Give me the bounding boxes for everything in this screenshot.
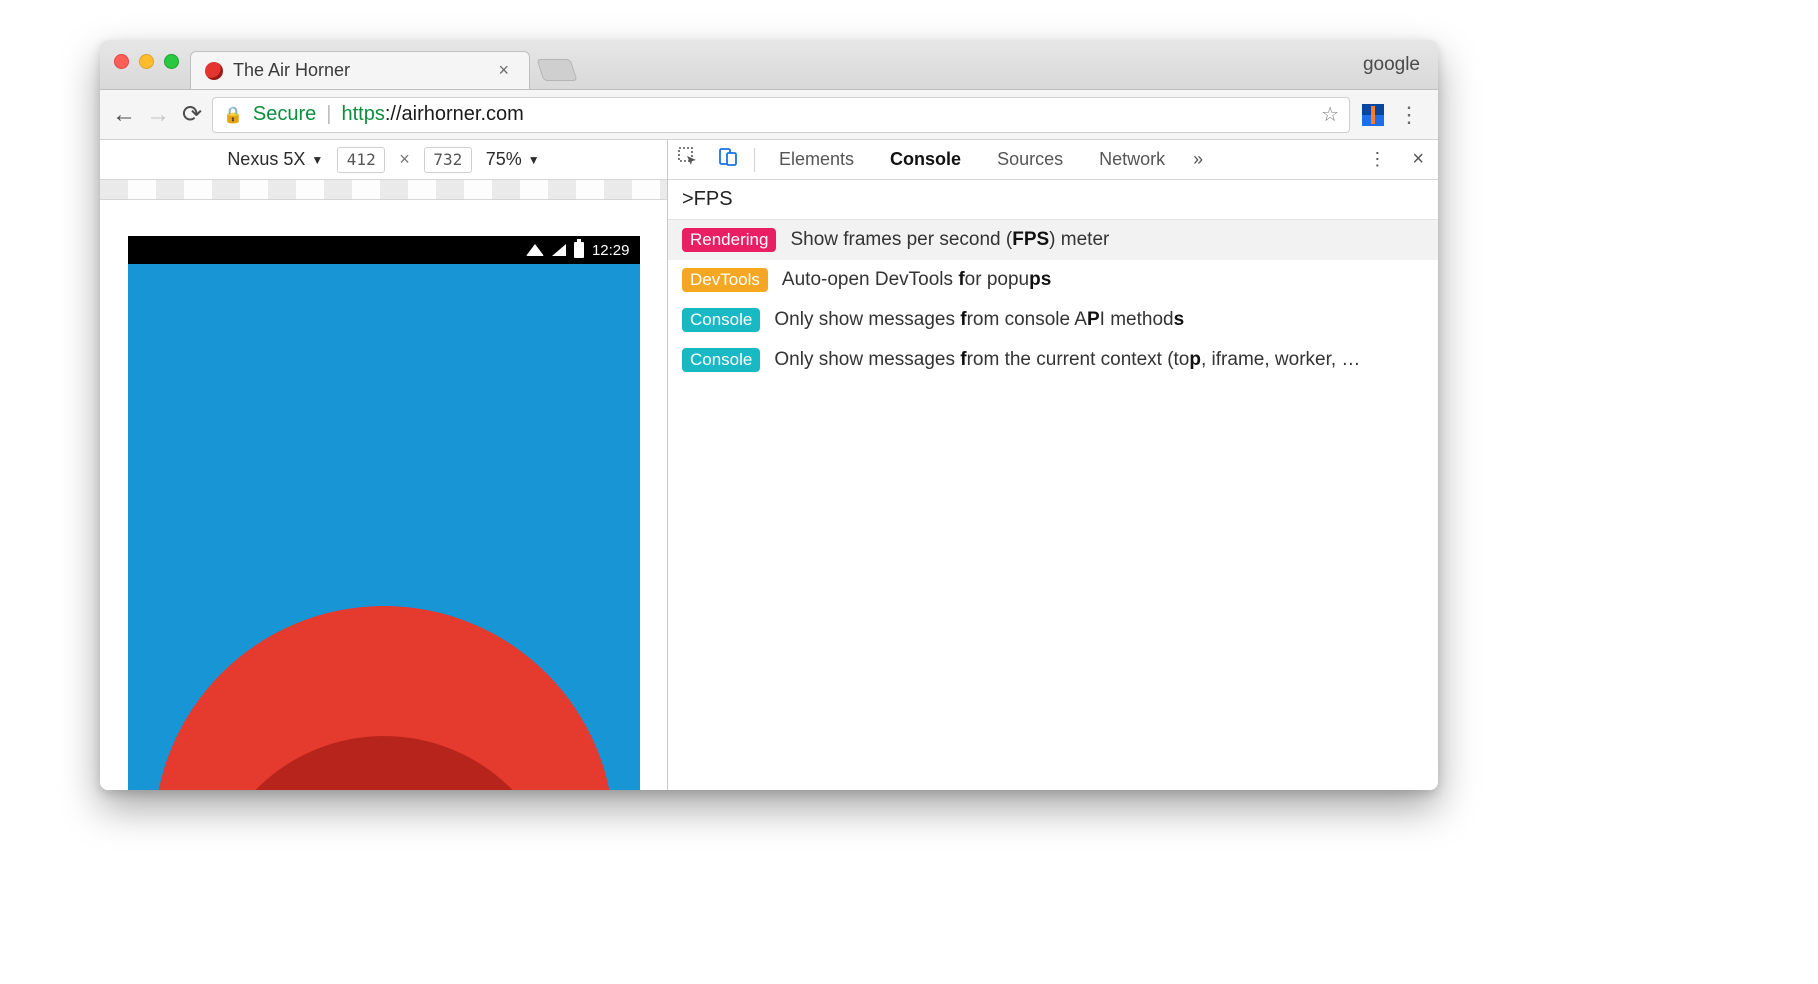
command-label: Auto-open DevTools for popups [782, 269, 1051, 291]
wifi-icon [526, 244, 544, 256]
dropdown-icon: ▼ [311, 153, 323, 167]
command-menu-text: >FPS [682, 188, 733, 211]
device-toolbar: Nexus 5X ▼ 412 × 732 75% ▼ [100, 140, 667, 180]
device-screen[interactable]: 12:29 [128, 236, 640, 790]
command-category-badge: Rendering [682, 228, 776, 252]
device-name: Nexus 5X [227, 149, 305, 170]
tab-overflow-icon[interactable]: » [1183, 149, 1213, 170]
command-label: Only show messages from the current cont… [774, 349, 1360, 371]
signal-icon [552, 244, 566, 256]
battery-icon [574, 242, 584, 258]
device-pane: Nexus 5X ▼ 412 × 732 75% ▼ [100, 140, 668, 790]
command-menu-item[interactable]: Console Only show messages from console A… [668, 300, 1438, 340]
browser-tab[interactable]: The Air Horner × [190, 51, 530, 89]
reload-button[interactable]: ⟳ [178, 100, 206, 129]
forward-button[interactable]: → [144, 101, 172, 129]
secure-label: Secure [253, 103, 316, 126]
divider [754, 148, 755, 172]
devtools-menu-icon[interactable]: ⋮ [1356, 149, 1398, 170]
zoom-select[interactable]: 75% ▼ [486, 149, 540, 170]
dimension-x: × [399, 149, 410, 170]
workspace: Nexus 5X ▼ 412 × 732 75% ▼ [100, 140, 1438, 790]
favicon-icon [205, 62, 223, 80]
window-controls [114, 54, 179, 69]
back-button[interactable]: ← [110, 101, 138, 129]
command-menu-item[interactable]: Rendering Show frames per second (FPS) me… [668, 220, 1438, 260]
lock-icon: 🔒 [223, 105, 243, 125]
dropdown-icon: ▼ [528, 153, 540, 167]
address-bar[interactable]: 🔒 Secure | https://airhorner.com ☆ [212, 97, 1350, 133]
viewport-height-input[interactable]: 732 [424, 147, 472, 173]
new-tab-button[interactable] [536, 59, 577, 81]
url-protocol: https [342, 103, 385, 125]
nav-toolbar: ← → ⟳ 🔒 Secure | https://airhorner.com ☆… [100, 90, 1438, 140]
command-category-badge: Console [682, 308, 760, 332]
minimize-window-button[interactable] [139, 54, 154, 69]
status-clock: 12:29 [592, 242, 630, 259]
tab-title: The Air Horner [233, 60, 482, 81]
inspect-element-icon[interactable] [668, 147, 708, 172]
separator: | [326, 103, 331, 126]
zoom-window-button[interactable] [164, 54, 179, 69]
device-viewport: 12:29 [100, 200, 667, 790]
tab-elements[interactable]: Elements [761, 140, 872, 179]
url-host: ://airhorner.com [385, 103, 524, 125]
tab-network[interactable]: Network [1081, 140, 1183, 179]
viewport-width-input[interactable]: 412 [337, 147, 385, 173]
devtools-close-icon[interactable]: × [1398, 148, 1438, 171]
command-label: Show frames per second (FPS) meter [790, 229, 1109, 251]
command-menu-input[interactable]: >FPS [668, 180, 1438, 220]
command-category-badge: DevTools [682, 268, 768, 292]
browser-window: The Air Horner × google ← → ⟳ 🔒 Secure |… [100, 40, 1438, 790]
tab-sources[interactable]: Sources [979, 140, 1081, 179]
device-select[interactable]: Nexus 5X ▼ [227, 149, 323, 170]
toggle-device-toolbar-icon[interactable] [708, 147, 748, 172]
command-menu-item[interactable]: Console Only show messages from the curre… [668, 340, 1438, 380]
chrome-menu-icon[interactable]: ⋮ [1390, 102, 1428, 128]
bookmark-star-icon[interactable]: ☆ [1321, 102, 1339, 127]
command-menu-results: Rendering Show frames per second (FPS) me… [668, 220, 1438, 380]
zoom-value: 75% [486, 149, 522, 170]
title-bar: The Air Horner × google [100, 40, 1438, 90]
profile-label[interactable]: google [1363, 54, 1420, 76]
url-text: https://airhorner.com [342, 103, 524, 126]
devtools-tab-bar: Elements Console Sources Network » ⋮ × [668, 140, 1438, 180]
android-status-bar: 12:29 [128, 236, 640, 264]
command-category-badge: Console [682, 348, 760, 372]
lighthouse-extension-icon[interactable] [1362, 104, 1384, 126]
tab-console[interactable]: Console [872, 140, 979, 179]
devtools-pane: Elements Console Sources Network » ⋮ × >… [668, 140, 1438, 790]
close-window-button[interactable] [114, 54, 129, 69]
breakpoint-ruler[interactable] [100, 180, 667, 200]
command-menu-item[interactable]: DevTools Auto-open DevTools for popups [668, 260, 1438, 300]
command-label: Only show messages from console API meth… [774, 309, 1184, 331]
tab-close-icon[interactable]: × [492, 60, 515, 81]
